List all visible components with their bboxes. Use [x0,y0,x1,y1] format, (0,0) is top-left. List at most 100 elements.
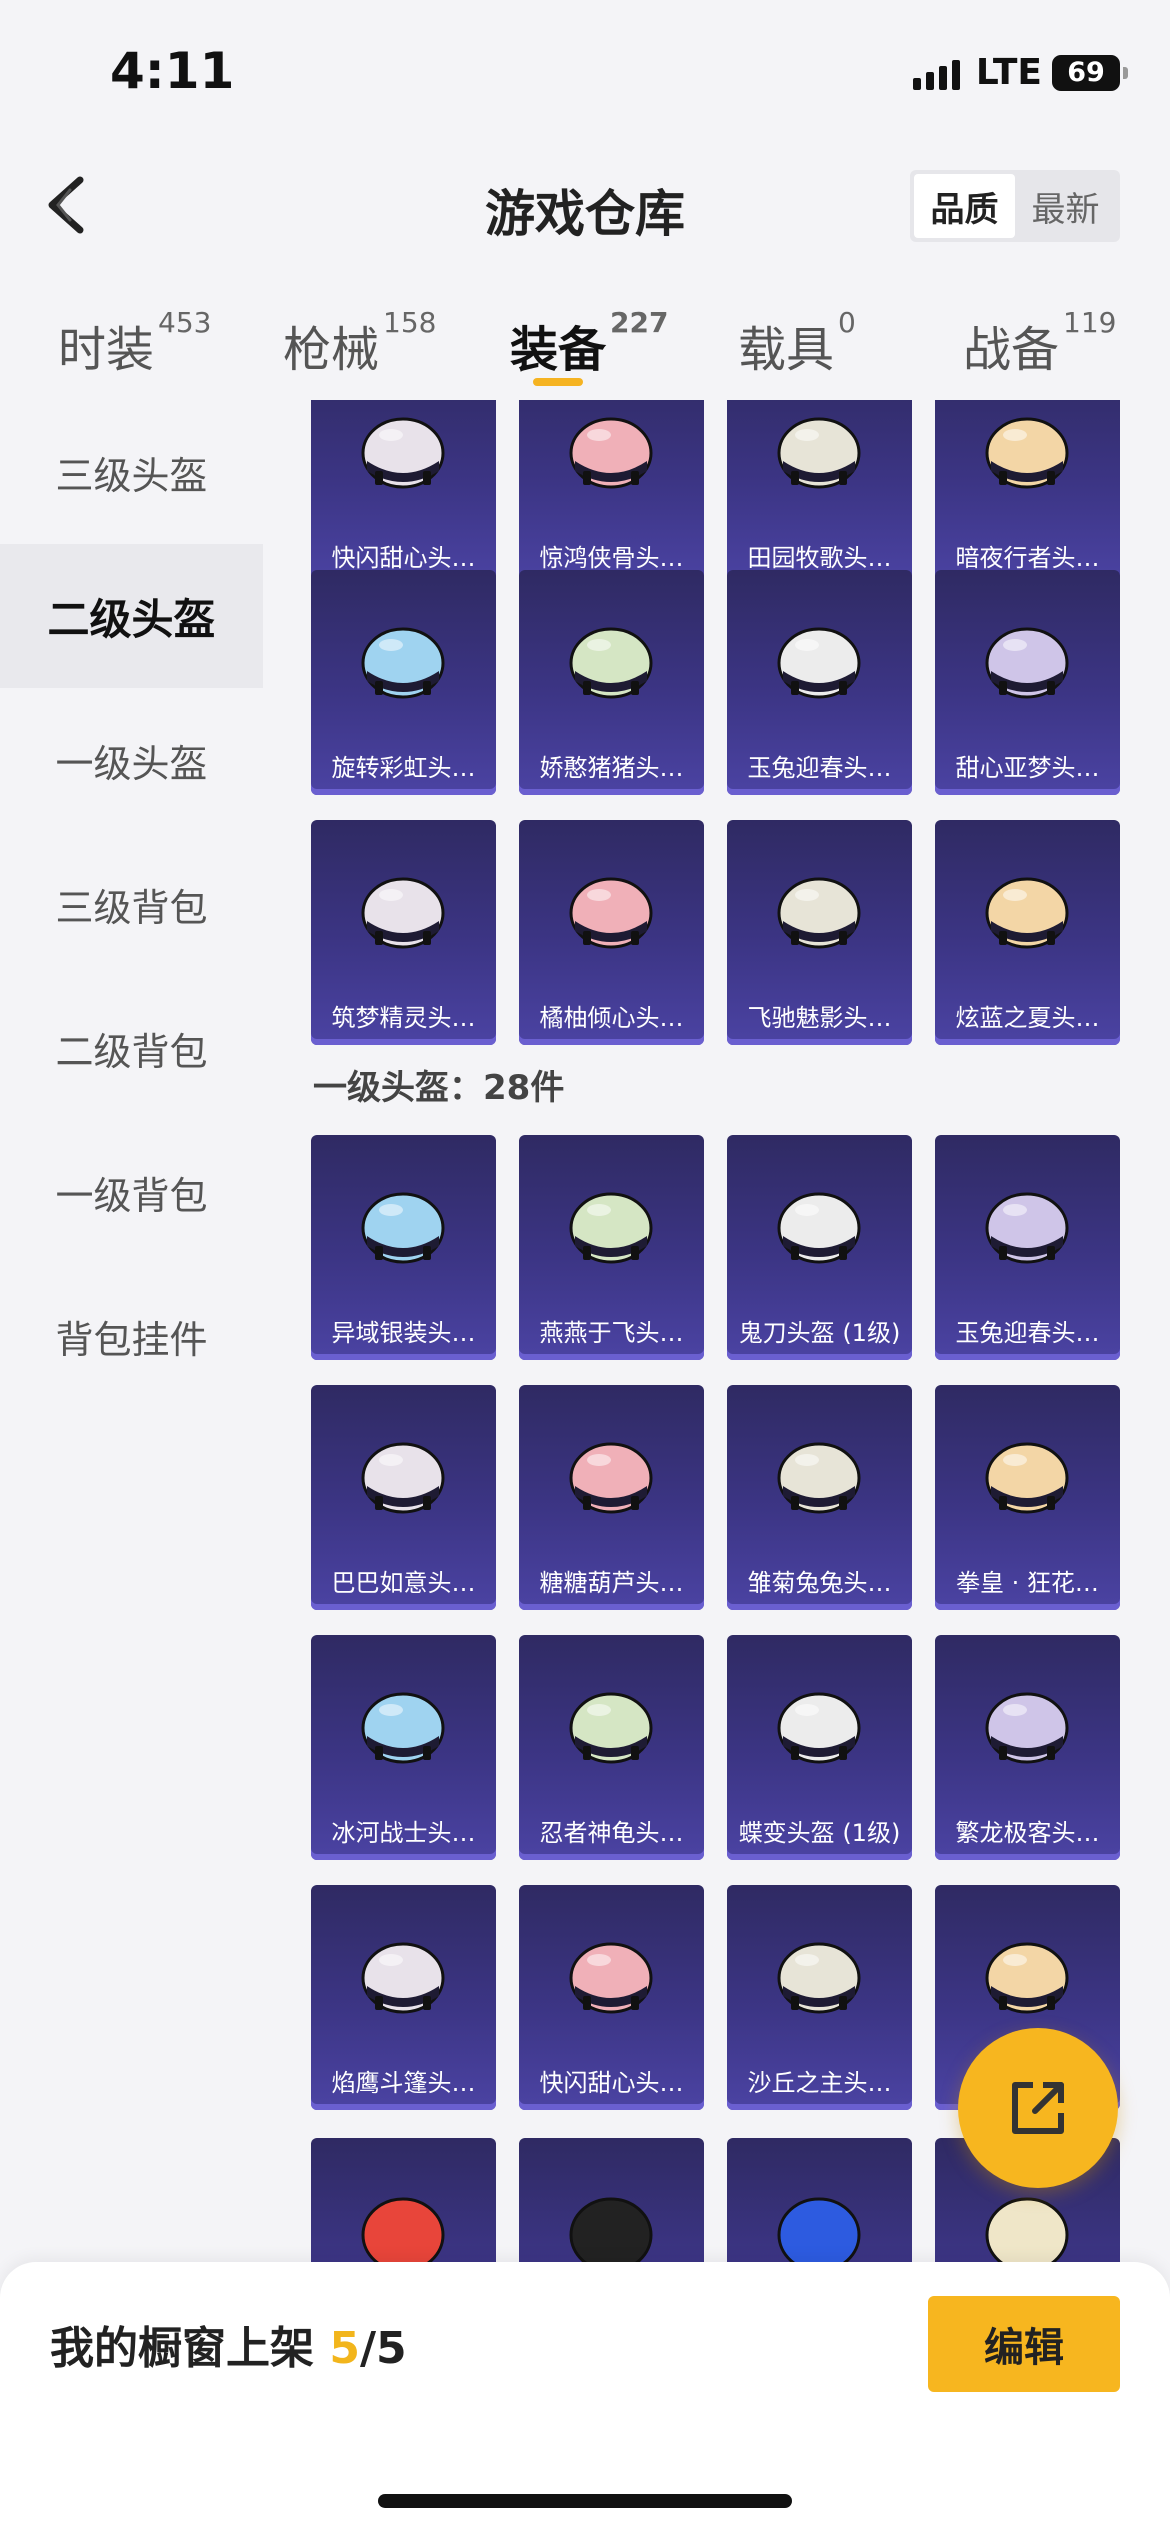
item-card[interactable]: 快闪甜心头… [519,1885,704,2110]
item-card[interactable]: 甜心亚梦头… [935,570,1120,795]
helmet-icon [977,1930,1077,2030]
item-name: 快闪甜心头… [539,2069,684,2097]
item-card[interactable]: 蝶变头盔 (1级) [727,1635,912,1860]
helmet-icon [977,1180,1077,1280]
item-card[interactable]: 惊鸿侠骨头… [519,400,704,585]
helmet-icon [353,1430,453,1530]
status-right: LTE 69 [912,52,1128,93]
item-name: 玉兔迎春头… [955,1319,1100,1347]
tab-label: 枪械 [283,322,380,378]
edit-button[interactable]: 编辑 [928,2296,1120,2392]
item-card[interactable]: 巴巴如意头… [311,1385,496,1610]
showcase-count-current: 5 [329,2323,360,2374]
tab-supplies[interactable]: 战备 119 [963,306,1116,380]
item-card[interactable] [727,2138,912,2262]
item-row: 巴巴如意头… 糖糖葫芦头… 雏菊兔兔头… 拳皇 · 狂花… [311,1385,1120,1610]
item-name: 巴巴如意头… [331,1569,476,1597]
sidebar-item-level3-backpack[interactable]: 三级背包 [0,832,263,976]
item-row: 异域银装头… 燕燕于飞头… 鬼刀头盔 (1级) 玉兔迎春头… [311,1135,1120,1360]
item-card[interactable]: 快闪甜心头… [311,400,496,585]
share-icon [1012,2082,1064,2134]
item-name: 鬼刀头盔 (1级) [738,1319,901,1347]
tab-count: 158 [383,306,437,339]
item-name: 筑梦精灵头… [331,1004,476,1032]
item-row: 旋转彩虹头… 娇憨猪猪头… 玉兔迎春头… 甜心亚梦头… [311,570,1120,795]
helmet-icon [353,615,453,715]
helmet-icon [977,865,1077,965]
item-card[interactable]: 雏菊兔兔头… [727,1385,912,1610]
section-title: 一级头盔：28件 [313,1068,565,1108]
sort-newest-button[interactable]: 最新 [1015,174,1116,238]
tab-label: 战备 [963,322,1060,378]
item-card[interactable]: 橘柚倾心头… [519,820,704,1045]
item-name: 田园牧歌头… [747,544,892,572]
item-name: 沙丘之主头… [747,2069,892,2097]
tab-count: 119 [1063,306,1117,339]
item-name: 糖糖葫芦头… [539,1569,684,1597]
item-card[interactable] [519,2138,704,2262]
item-name: 旋转彩虹头… [331,754,476,782]
sort-quality-button[interactable]: 品质 [914,174,1015,238]
item-name: 冰河战士头… [331,1819,476,1847]
item-card[interactable]: 异域银装头… [311,1135,496,1360]
item-card[interactable]: 鬼刀头盔 (1级) [727,1135,912,1360]
item-card[interactable]: 沙丘之主头… [727,1885,912,2110]
tab-weapons[interactable]: 枪械 158 [283,306,436,380]
item-card[interactable] [311,2138,496,2262]
sidebar-item-level2-backpack[interactable]: 二级背包 [0,976,263,1120]
tab-equipment[interactable]: 装备 227 [510,306,668,380]
sidebar-item-level3-helmet[interactable]: 三级头盔 [0,400,263,544]
item-card[interactable]: 冰河战士头… [311,1635,496,1860]
item-row: 快闪甜心头… 惊鸿侠骨头… 田园牧歌头… 暗夜行者头… [311,400,1120,585]
active-tab-indicator [533,378,583,386]
item-name: 雏菊兔兔头… [747,1569,892,1597]
item-name: 快闪甜心头… [331,544,476,572]
helmet-icon [769,1930,869,2030]
item-name: 繁龙极客头… [955,1819,1100,1847]
item-name: 拳皇 · 狂花… [956,1569,1099,1597]
bottom-bar: 我的橱窗上架 5/5 编辑 [0,2262,1170,2532]
item-card[interactable]: 拳皇 · 狂花… [935,1385,1120,1610]
sidebar-item-level2-helmet[interactable]: 二级头盔 [0,544,263,688]
item-card[interactable]: 炫蓝之夏头… [935,820,1120,1045]
item-name: 蝶变头盔 (1级) [738,1819,901,1847]
tab-vehicles[interactable]: 载具 0 [738,306,856,380]
item-card[interactable]: 繁龙极客头… [935,1635,1120,1860]
tab-count: 227 [610,306,669,339]
item-card[interactable]: 糖糖葫芦头… [519,1385,704,1610]
battery-icon: 69 [1052,54,1128,91]
item-name: 忍者神龟头… [539,1819,684,1847]
item-card[interactable]: 玉兔迎春头… [935,1135,1120,1360]
helmet-icon [977,615,1077,715]
helmet-icon [561,1430,661,1530]
item-card[interactable]: 暗夜行者头… [935,400,1120,585]
item-card[interactable]: 娇憨猪猪头… [519,570,704,795]
showcase-label: 我的橱窗上架 5/5 [50,2312,407,2376]
item-card[interactable]: 忍者神龟头… [519,1635,704,1860]
helmet-icon [561,865,661,965]
sidebar-item-backpack-charm[interactable]: 背包挂件 [0,1264,263,1408]
tab-fashion[interactable]: 时装 453 [58,306,211,380]
helmet-icon [769,1180,869,1280]
tab-label: 载具 [738,322,835,378]
item-card[interactable]: 焰鹰斗篷头… [311,1885,496,2110]
item-card[interactable]: 飞驰魅影头… [727,820,912,1045]
item-card[interactable]: 燕燕于飞头… [519,1135,704,1360]
helmet-icon [353,1680,453,1780]
tab-count: 453 [158,306,212,339]
helmet-icon [977,1430,1077,1530]
item-name: 异域银装头… [331,1319,476,1347]
item-card[interactable]: 筑梦精灵头… [311,820,496,1045]
sidebar-item-level1-backpack[interactable]: 一级背包 [0,1120,263,1264]
item-card[interactable]: 田园牧歌头… [727,400,912,585]
item-name: 玉兔迎春头… [747,754,892,782]
sidebar-item-level1-helmet[interactable]: 一级头盔 [0,688,263,832]
helmet-icon [561,1180,661,1280]
item-name: 炫蓝之夏头… [955,1004,1100,1032]
share-button[interactable] [958,2028,1118,2188]
item-card[interactable]: 旋转彩虹头… [311,570,496,795]
status-time: 4:11 [110,42,235,100]
helmet-icon [769,405,869,505]
item-card[interactable]: 玉兔迎春头… [727,570,912,795]
item-name: 娇憨猪猪头… [539,754,684,782]
